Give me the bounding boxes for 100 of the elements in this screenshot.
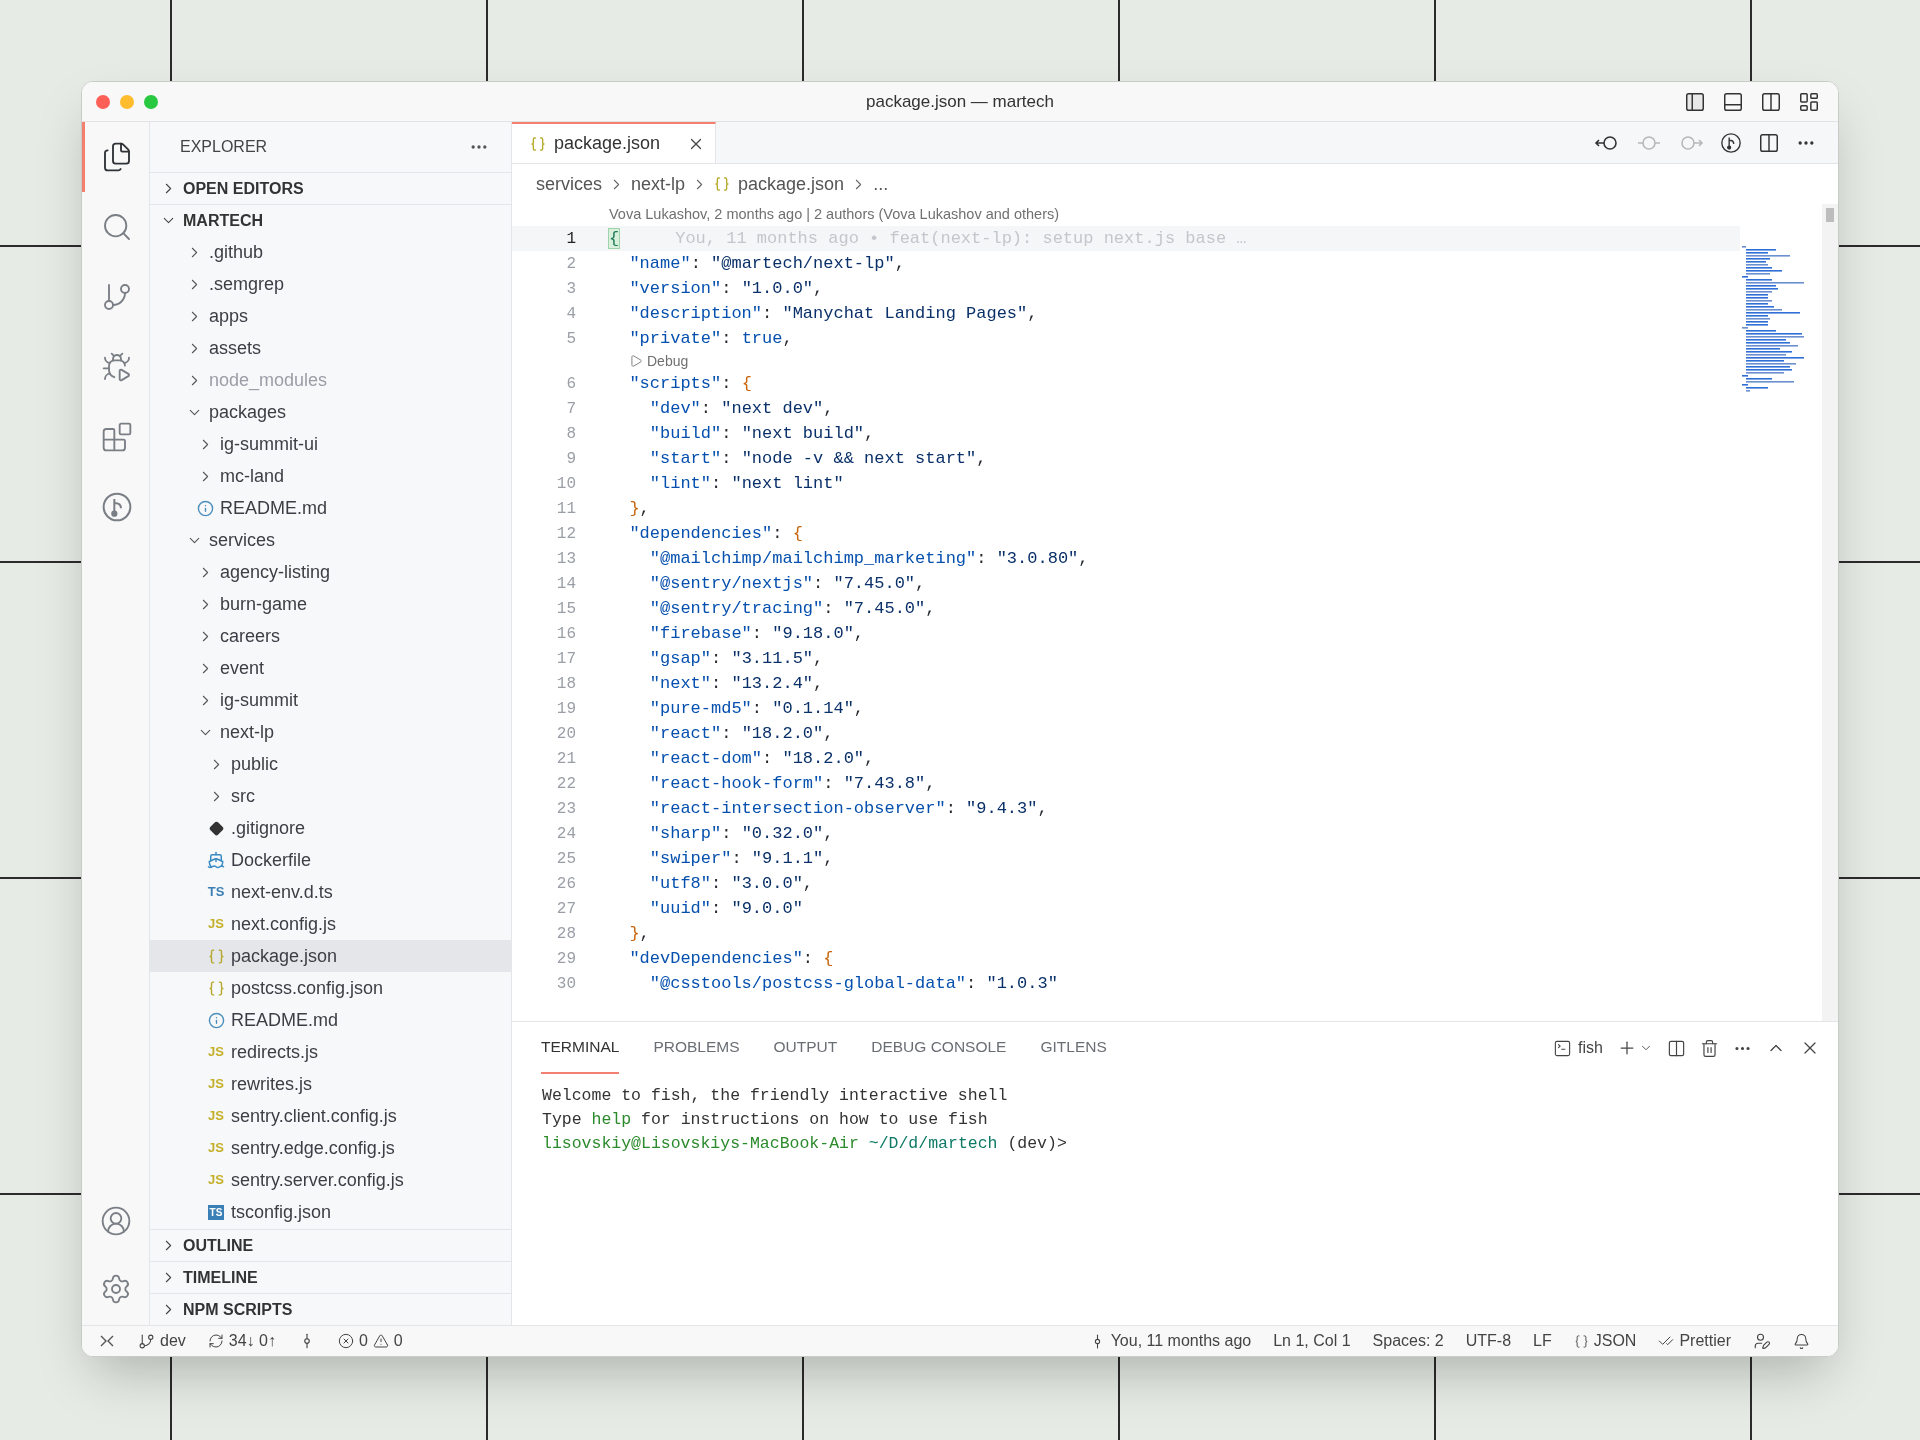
tree-item[interactable]: TS tsconfig.json xyxy=(150,1196,511,1228)
code-line: }, xyxy=(628,922,650,945)
code-line: "description": "Manychat Landing Pages", xyxy=(628,302,1038,325)
language-name: JSON xyxy=(1593,1331,1637,1351)
tree-item[interactable]: ig-summit-ui xyxy=(150,428,511,460)
tree-item[interactable]: assets xyxy=(150,332,511,364)
code-line: "version": "1.0.0", xyxy=(628,277,824,300)
section-header[interactable]: TIMELINE xyxy=(150,1261,511,1293)
code-line: "swiper": "9.1.1", xyxy=(648,847,834,870)
code-line: "next": "13.2.4", xyxy=(648,672,824,695)
code-line: "private": true, xyxy=(628,327,793,350)
branch-status[interactable]: dev xyxy=(138,1329,186,1353)
code-line: "utf8": "3.0.0", xyxy=(648,872,814,895)
panel-tab[interactable]: PROBLEMS xyxy=(653,1022,740,1074)
code-line: "@csstools/postcss-global-data": "1.0.3" xyxy=(648,972,1058,995)
breadcrumb-item[interactable]: package.json xyxy=(714,170,845,198)
tree-item[interactable]: JS sentry.client.config.js xyxy=(150,1100,511,1132)
section-header[interactable]: OUTLINE xyxy=(150,1229,511,1261)
line-number: 14 xyxy=(555,573,576,595)
tree-item[interactable]: JS sentry.server.config.js xyxy=(150,1164,511,1196)
branch-name: dev xyxy=(160,1331,186,1351)
status-item[interactable]: Spaces: 2 xyxy=(1372,1329,1444,1353)
js-file-icon: JS xyxy=(208,1042,224,1062)
code-line: "gsap": "3.11.5", xyxy=(648,647,824,670)
code-line: "scripts": { xyxy=(628,372,752,395)
line-number: 20 xyxy=(555,723,576,745)
line-number: 8 xyxy=(565,423,576,445)
line-number: 19 xyxy=(555,698,576,720)
code-line: "firebase": "9.18.0", xyxy=(648,622,865,645)
line-number: 28 xyxy=(555,923,576,945)
code-line: "name": "@martech/next-lp", xyxy=(628,252,905,275)
problems-status[interactable]: 0 0 xyxy=(337,1329,403,1353)
code-line: "pure-md5": "0.1.14", xyxy=(648,697,865,720)
tree-item[interactable]: Dockerfile xyxy=(150,844,511,876)
line-number: 11 xyxy=(555,498,576,520)
tree-item[interactable]: event xyxy=(150,652,511,684)
tree-item[interactable]: careers xyxy=(150,620,511,652)
blame-status[interactable]: You, 11 months ago xyxy=(1088,1329,1252,1353)
line-number: 22 xyxy=(555,773,576,795)
sync-count: 34↓ 0↑ xyxy=(228,1331,276,1351)
tree-item[interactable]: services xyxy=(150,524,511,556)
line-number: 5 xyxy=(565,328,576,350)
debug-lens[interactable]: Debug xyxy=(629,350,689,372)
tree-item[interactable]: .semgrep xyxy=(150,268,511,300)
tree-item[interactable]: apps xyxy=(150,300,511,332)
tree-item[interactable]: burn-game xyxy=(150,588,511,620)
tree-item[interactable]: public xyxy=(150,748,511,780)
status-item[interactable]: Ln 1, Col 1 xyxy=(1273,1329,1351,1353)
tree-item[interactable]: JS rewrites.js xyxy=(150,1068,511,1100)
editor-tab[interactable]: package.json xyxy=(512,122,716,163)
tree-item[interactable]: agency-listing xyxy=(150,556,511,588)
sync-status[interactable]: 34↓ 0↑ xyxy=(207,1329,276,1353)
code-line: "lint": "next lint" xyxy=(648,472,844,495)
formatter-status[interactable]: Prettier xyxy=(1658,1329,1731,1353)
line-number: 15 xyxy=(555,598,576,620)
panel-tab[interactable]: DEBUG CONSOLE xyxy=(871,1022,1007,1074)
breadcrumb-item[interactable]: services xyxy=(536,170,602,198)
tree-item[interactable]: TS next-env.d.ts xyxy=(150,876,511,908)
line-number: 25 xyxy=(555,848,576,870)
panel-tab[interactable]: GITLENS xyxy=(1040,1022,1107,1074)
status-item[interactable]: LF xyxy=(1533,1329,1552,1353)
tree-item[interactable]: .github xyxy=(150,236,511,268)
blame-text: You, 11 months ago xyxy=(1110,1331,1252,1351)
line-number: 30 xyxy=(555,973,576,995)
code-line: "react-hook-form": "7.43.8", xyxy=(648,772,936,795)
tree-item[interactable]: mc-land xyxy=(150,460,511,492)
section-header[interactable]: MARTECH xyxy=(150,204,511,236)
tree-item[interactable]: JS sentry.edge.config.js xyxy=(150,1132,511,1164)
breadcrumb-item[interactable]: ... xyxy=(873,170,889,198)
section-header[interactable]: OPEN EDITORS xyxy=(150,172,511,204)
js-file-icon: JS xyxy=(208,914,224,934)
tree-item[interactable]: packages xyxy=(150,396,511,428)
tree-item[interactable]: .gitignore xyxy=(150,812,511,844)
line-number: 1 xyxy=(565,228,576,250)
tree-item[interactable]: next-lp xyxy=(150,716,511,748)
code-line: "@mailchimp/mailchimp_marketing": "3.0.80", xyxy=(648,547,1089,570)
panel-tab[interactable]: OUTPUT xyxy=(773,1022,838,1074)
tree-item[interactable]: README.md xyxy=(150,492,511,524)
panel-tab[interactable]: TERMINAL xyxy=(541,1022,620,1074)
tree-item[interactable]: ig-summit xyxy=(150,684,511,716)
tree-item[interactable]: postcss.config.json xyxy=(150,972,511,1004)
code-line: "react-dom": "18.2.0", xyxy=(648,747,875,770)
tree-item[interactable]: package.json xyxy=(150,940,511,972)
language-status[interactable]: JSON xyxy=(1573,1329,1637,1353)
code-line: "@sentry/nextjs": "7.45.0", xyxy=(648,572,926,595)
ts-file-icon: TS xyxy=(207,882,225,902)
terminal-profile[interactable]: fish xyxy=(1553,1036,1603,1060)
tree-item[interactable]: README.md xyxy=(150,1004,511,1036)
breadcrumb-item[interactable]: next-lp xyxy=(631,170,686,198)
status-item[interactable]: UTF-8 xyxy=(1465,1329,1512,1353)
line-number: 13 xyxy=(555,548,576,570)
sidebar-title: EXPLORER xyxy=(180,137,268,157)
tree-item[interactable]: JS redirects.js xyxy=(150,1036,511,1068)
code-line: "start": "node -v && next start", xyxy=(648,447,987,470)
blame-header[interactable]: Vova Lukashov, 2 months ago | 2 authors (Vova Lukashov and others) xyxy=(512,204,1740,226)
tree-item[interactable]: src xyxy=(150,780,511,812)
line-number: 10 xyxy=(555,473,576,495)
line-number: 17 xyxy=(555,648,576,670)
tree-item[interactable]: JS next.config.js xyxy=(150,908,511,940)
js-file-icon: JS xyxy=(208,1138,224,1158)
